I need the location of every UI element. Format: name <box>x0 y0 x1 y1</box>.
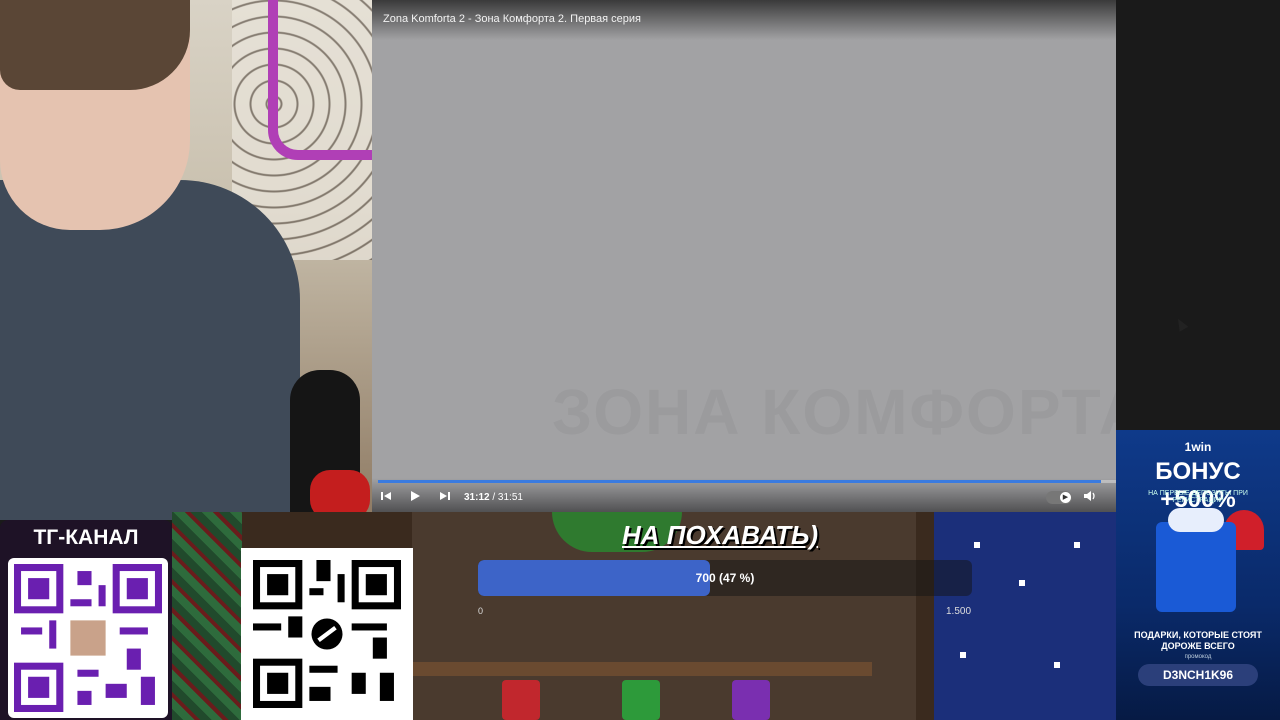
skip-forward-icon[interactable] <box>437 490 453 506</box>
time-total: 31:51 <box>497 492 523 503</box>
mouse-cursor-icon <box>1173 316 1189 332</box>
player-title-bar: Zona Komforta 2 - Зона Комфорта 2. Перва… <box>372 0 1116 40</box>
snow-dot <box>974 542 980 548</box>
time-separator: / <box>489 492 498 503</box>
video-watermark: ЗОНА КОМФОРТА <box>552 376 1116 448</box>
stocking-green <box>622 680 660 720</box>
donation-goal-min: 0 <box>478 606 484 616</box>
ad-promo-code: D3NCH1K96 <box>1138 664 1258 686</box>
volume-icon[interactable] <box>1082 490 1098 506</box>
snow-dot <box>1019 580 1025 586</box>
tg-qr-code[interactable] <box>8 558 168 718</box>
video-title: Zona Komforta 2 - Зона Комфорта 2. Перва… <box>383 13 641 25</box>
game-left-wall <box>172 512 242 720</box>
tinsel-decoration <box>268 0 372 160</box>
snow-dot <box>1054 662 1060 668</box>
skip-back-icon[interactable] <box>378 490 394 506</box>
autoplay-toggle-icon: ▶ <box>1060 492 1071 503</box>
ad-subtitle: НА ПЕРВЫЕ ДЕПОЗИТЫ ПРИ РЕГИСТРАЦИИ <box>1148 490 1248 504</box>
time-current: 31:12 <box>464 492 490 503</box>
tg-channel-panel: ТГ-КАНАЛ <box>0 520 172 720</box>
donation-goal-bar: 700 (47 %) <box>478 560 972 596</box>
qr-code-icon <box>253 560 401 708</box>
play-icon[interactable] <box>407 490 423 506</box>
donation-goal-title: НА ПОХАВАТЬ) <box>622 520 819 550</box>
donation-goal-progress: 700 (47 %) <box>695 571 755 585</box>
tg-channel-label: ТГ-КАНАЛ <box>33 526 139 549</box>
seek-bar-fill <box>378 480 1102 483</box>
streamer-shirt <box>0 180 300 520</box>
snow-dot <box>960 652 966 658</box>
webcam-feed <box>0 0 372 520</box>
game-shelf <box>412 662 872 676</box>
gift-box-icon <box>1156 522 1236 612</box>
snow-dot <box>1074 542 1080 548</box>
streamer-hair <box>0 0 190 90</box>
donation-goal-max: 1.500 <box>946 606 972 617</box>
autoplay-toggle[interactable]: ▶ <box>1046 491 1072 504</box>
ad-headline: БОНУС +500% <box>1155 458 1241 513</box>
ad-banner[interactable]: 1win БОНУС +500% НА ПЕРВЫЕ ДЕПОЗИТЫ ПРИ … <box>1116 430 1280 720</box>
stocking-purple <box>732 680 770 720</box>
qr-code-icon <box>14 564 162 712</box>
stocking-red <box>502 680 540 720</box>
ad-brand: 1win <box>1184 440 1212 454</box>
seek-bar[interactable] <box>378 480 1116 483</box>
video-player[interactable]: Zona Komforta 2 - Зона Комфорта 2. Перва… <box>372 0 1116 512</box>
ad-promo-label: промокод <box>1184 654 1212 660</box>
playback-time: 31:12 / 31:51 <box>464 492 523 503</box>
stream-screen: Zona Komforta 2 - Зона Комфорта 2. Перва… <box>0 0 1280 720</box>
ad-tagline: ПОДАРКИ, КОТОРЫЕ СТОЯТ ДОРОЖЕ ВСЕГО <box>1134 630 1262 651</box>
donation-qr-code[interactable] <box>241 548 413 720</box>
gift-bow-icon <box>1168 508 1224 532</box>
